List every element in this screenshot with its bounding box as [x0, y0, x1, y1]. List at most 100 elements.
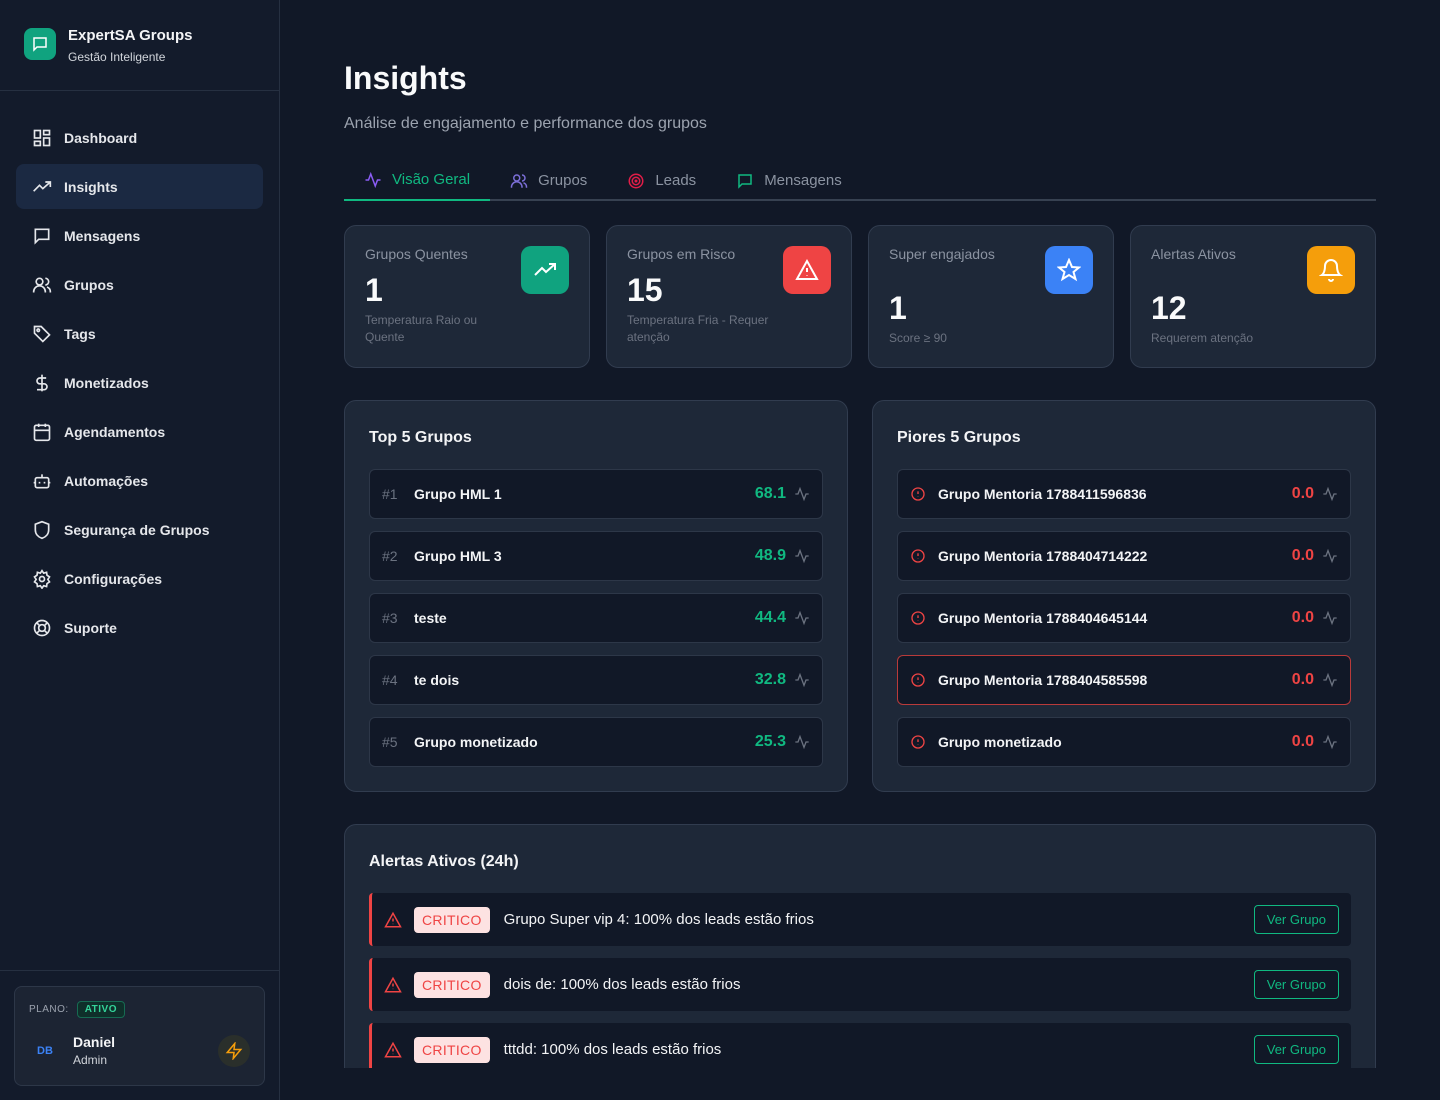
page-title: Insights	[344, 60, 467, 96]
sidebar-item-label: Dashboard	[64, 129, 138, 146]
sidebar-item-monetizados[interactable]: Monetizados	[16, 360, 263, 405]
group-name: Grupo Mentoria 1788404585598	[938, 672, 1148, 688]
bell-icon	[1307, 246, 1355, 294]
message-icon	[34, 228, 50, 245]
view-group-button[interactable]: Ver Grupo	[1253, 970, 1339, 999]
robot-icon	[33, 473, 51, 488]
group-name: Grupo monetizado	[414, 734, 538, 750]
sidebar: ExpertSA Groups Gestão Inteligente Dashb…	[0, 0, 280, 1100]
brand-subtitle: Gestão Inteligente	[68, 49, 166, 64]
list-item[interactable]: Grupo Mentoria 1788404714222 0.0	[897, 531, 1351, 581]
tag-icon	[33, 325, 51, 343]
alert-circle-icon	[910, 610, 926, 626]
activity-icon	[1323, 548, 1337, 564]
sidebar-item-grupos[interactable]: Grupos	[16, 262, 263, 307]
sidebar-item-tags[interactable]: Tags	[16, 311, 263, 356]
stat-note: Requerem atenção	[1151, 331, 1254, 345]
list-item[interactable]: #1 Grupo HML 1 68.1	[369, 469, 823, 519]
sidebar-item-label: Configurações	[64, 570, 163, 587]
main-content: Insights Análise de engajamento e perfor…	[344, 0, 1376, 1100]
group-score: 0.0	[1291, 733, 1314, 750]
sidebar-item-seguranca[interactable]: Segurança de Grupos	[16, 507, 263, 552]
alert-circle-icon	[910, 734, 926, 750]
stat-card-grupos-em-risco: Grupos em Risco 15 Temperatura Fria - Re…	[606, 225, 852, 368]
sidebar-item-label: Mensagens	[64, 227, 141, 244]
activity-icon	[795, 610, 809, 626]
group-score: 0.0	[1291, 485, 1314, 502]
list-item[interactable]: Grupo Mentoria 1788404585598 0.0	[897, 655, 1351, 705]
sidebar-item-label: Tags	[64, 325, 96, 342]
calendar-icon	[33, 423, 51, 441]
sidebar-item-configuracoes[interactable]: Configurações	[16, 556, 263, 601]
trending-up-icon	[33, 180, 52, 192]
brand: ExpertSA Groups Gestão Inteligente	[0, 0, 279, 91]
sidebar-item-suporte[interactable]: Suporte	[16, 605, 263, 650]
activity-icon	[1323, 672, 1337, 688]
sidebar-footer: PLANO: ATIVO DB Daniel Admin	[0, 970, 279, 1100]
tab-grupos[interactable]: Grupos	[490, 160, 607, 201]
chat-logo-icon	[24, 28, 56, 60]
sidebar-item-agendamentos[interactable]: Agendamentos	[16, 409, 263, 454]
list-item[interactable]: #4 te dois 32.8	[369, 655, 823, 705]
activity-icon	[795, 548, 809, 564]
stat-value: 1	[365, 272, 383, 308]
users-icon	[510, 173, 528, 188]
tab-label: Leads	[655, 172, 697, 189]
activity-icon	[795, 672, 809, 688]
stat-value: 15	[627, 272, 663, 308]
viewport-cutoff	[344, 1068, 1376, 1100]
group-name: teste	[414, 610, 447, 626]
alert-text: dois de: 100% dos leads estão frios	[503, 976, 741, 993]
warning-icon	[384, 1041, 402, 1057]
group-score: 0.0	[1291, 671, 1314, 688]
tab-visao-geral[interactable]: Visão Geral	[344, 160, 491, 201]
dollar-icon	[36, 374, 48, 391]
list-item[interactable]: #3 teste 44.4	[369, 593, 823, 643]
sidebar-item-label: Monetizados	[64, 374, 149, 391]
gear-icon	[33, 568, 51, 589]
user-name: Daniel	[73, 1034, 116, 1050]
alert-text: Grupo Super vip 4: 100% dos leads estão …	[503, 911, 814, 928]
stat-card-super-engajados: Super engajados 1 Score ≥ 90	[868, 225, 1114, 368]
list-item[interactable]: Grupo Mentoria 1788404645144 0.0	[897, 593, 1351, 643]
group-score: 44.4	[754, 609, 786, 626]
grid-icon	[33, 129, 51, 146]
rank: #1	[382, 486, 398, 502]
avatar: DB	[37, 1044, 53, 1057]
sidebar-item-insights[interactable]: Insights	[16, 164, 263, 209]
sidebar-item-label: Automações	[64, 472, 149, 489]
stat-value: 1	[889, 290, 907, 326]
sidebar-item-mensagens[interactable]: Mensagens	[16, 213, 263, 258]
tab-mensagens[interactable]: Mensagens	[716, 160, 862, 201]
message-icon	[738, 173, 752, 189]
activity-icon	[1323, 610, 1337, 626]
tab-label: Mensagens	[764, 172, 842, 189]
panel-title: Piores 5 Grupos	[897, 429, 1021, 446]
list-item[interactable]: #2 Grupo HML 3 48.9	[369, 531, 823, 581]
sidebar-item-automacoes[interactable]: Automações	[16, 458, 263, 503]
upgrade-button[interactable]	[218, 1034, 250, 1067]
page-subtitle: Análise de engajamento e performance dos…	[344, 115, 707, 132]
activity-icon	[795, 486, 809, 502]
sidebar-item-label: Segurança de Grupos	[64, 521, 210, 538]
list-item[interactable]: Grupo Mentoria 1788411596836 0.0	[897, 469, 1351, 519]
list-item[interactable]: Grupo monetizado 0.0	[897, 717, 1351, 767]
tab-leads[interactable]: Leads	[607, 160, 716, 201]
alert-item: CRITICO dois de: 100% dos leads estão fr…	[369, 958, 1351, 1011]
group-score: 25.3	[754, 733, 786, 750]
top-groups-panel: Top 5 Grupos #1 Grupo HML 1 68.1 #2 Grup…	[344, 400, 848, 792]
rank: #5	[382, 734, 398, 750]
stats-row: Grupos Quentes 1 Temperatura Raio ou Que…	[344, 225, 1376, 368]
view-group-button[interactable]: Ver Grupo	[1253, 1035, 1339, 1064]
group-score: 32.8	[754, 671, 786, 688]
severity-badge: CRITICO	[414, 971, 490, 998]
view-group-button[interactable]: Ver Grupo	[1253, 905, 1339, 934]
alert-circle-icon	[910, 672, 926, 688]
list-item[interactable]: #5 Grupo monetizado 25.3	[369, 717, 823, 767]
stat-note: Temperatura Raio ou Quente	[365, 313, 478, 344]
sidebar-item-label: Agendamentos	[64, 423, 166, 440]
activity-icon	[1323, 486, 1337, 502]
alert-circle-icon	[910, 548, 926, 564]
alert-item: CRITICO Grupo Super vip 4: 100% dos lead…	[369, 893, 1351, 946]
sidebar-item-dashboard[interactable]: Dashboard	[16, 115, 263, 160]
